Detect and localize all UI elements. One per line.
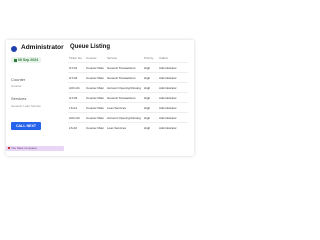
ticket-cell: GT-01 [68, 62, 85, 73]
column-header: Priority [144, 55, 154, 60]
ticket-cell: AOC-01 [68, 82, 85, 93]
sidebar-title: Administrator [21, 44, 64, 51]
status-strip: You have no queue [6, 146, 64, 151]
counter-cell: Counter Main [85, 62, 106, 73]
called-cell: Administrator [158, 92, 188, 103]
sidebar: Administrator 06 Sep 2024 Counter Counte… [6, 40, 64, 156]
counter-cell: Counter Main [85, 122, 106, 132]
column-header: Counter [86, 55, 97, 60]
service-cell: Loan Services [106, 102, 143, 113]
services-label: Services [11, 96, 27, 101]
service-cell: Loan Services [106, 122, 143, 132]
service-cell: General Transactions [106, 62, 143, 73]
priority-cell: High [143, 112, 158, 123]
called-cell: Administrator [158, 122, 188, 132]
counter-cell: Counter Main [85, 72, 106, 83]
column-header: Called [159, 55, 168, 60]
ticket-cell: GT-02 [68, 72, 85, 83]
ticket-cell: LS-01 [68, 102, 85, 113]
column-header: Service [107, 55, 118, 60]
ticket-cell: GT-03 [68, 92, 85, 103]
call-next-button[interactable]: CALL NEXT [11, 122, 41, 130]
queue-table: Ticket No. Counter Service Priority Call… [68, 55, 188, 132]
counter-cell: Counter Main [85, 92, 106, 103]
table-row[interactable]: LS-01 Counter Main Loan Services High Ad… [68, 102, 188, 113]
service-cell: Account Opening/Closing [106, 112, 143, 123]
ticket-cell: LS-02 [68, 122, 85, 132]
date-badge: 06 Sep 2024 [11, 57, 42, 63]
column-header: Ticket No. [69, 55, 83, 60]
service-cell: General Transactions [106, 72, 143, 83]
called-cell: Administrator [158, 82, 188, 93]
table-header-row: Ticket No. Counter Service Priority Call… [68, 55, 188, 63]
counter-cell: Counter Main [85, 102, 106, 113]
service-cell: General Transactions [106, 92, 143, 103]
counter-cell: Counter Main [85, 82, 106, 93]
alert-dot-icon [8, 147, 10, 150]
user-avatar-icon [11, 46, 17, 52]
service-cell: Account Opening/Closing [106, 82, 143, 93]
calendar-icon [14, 58, 17, 62]
queue-title: Queue Listing [70, 44, 111, 50]
counter-cell: Counter Main [85, 112, 106, 123]
priority-cell: High [143, 102, 158, 113]
table-row[interactable]: GT-02 Counter Main General Transactions … [68, 72, 188, 83]
called-cell: Administrator [158, 72, 188, 83]
priority-cell: High [143, 62, 158, 73]
table-row[interactable]: GT-01 Counter Main General Transactions … [68, 62, 188, 73]
table-row[interactable]: LS-02 Counter Main Loan Services High Ad… [68, 122, 188, 132]
priority-cell: High [143, 122, 158, 132]
main-panel: Administrator 06 Sep 2024 Counter Counte… [6, 40, 194, 156]
counter-value: Counter [11, 84, 22, 88]
services-value: General, Loan Service [11, 104, 41, 108]
date-text: 06 Sep 2024 [18, 58, 39, 62]
counter-label: Counter [11, 77, 26, 82]
table-row[interactable]: GT-03 Counter Main General Transactions … [68, 92, 188, 103]
called-cell: Administrator [158, 62, 188, 73]
table-row[interactable]: AOC-01 Counter Main Account Opening/Clos… [68, 82, 188, 93]
ticket-cell: AOC-02 [68, 112, 85, 123]
priority-cell: High [143, 72, 158, 83]
called-cell: Administrator [158, 112, 188, 123]
called-cell: Administrator [158, 102, 188, 113]
table-row[interactable]: AOC-02 Counter Main Account Opening/Clos… [68, 112, 188, 123]
priority-cell: High [143, 92, 158, 103]
priority-cell: High [143, 82, 158, 93]
status-text: You have no queue [11, 146, 37, 150]
